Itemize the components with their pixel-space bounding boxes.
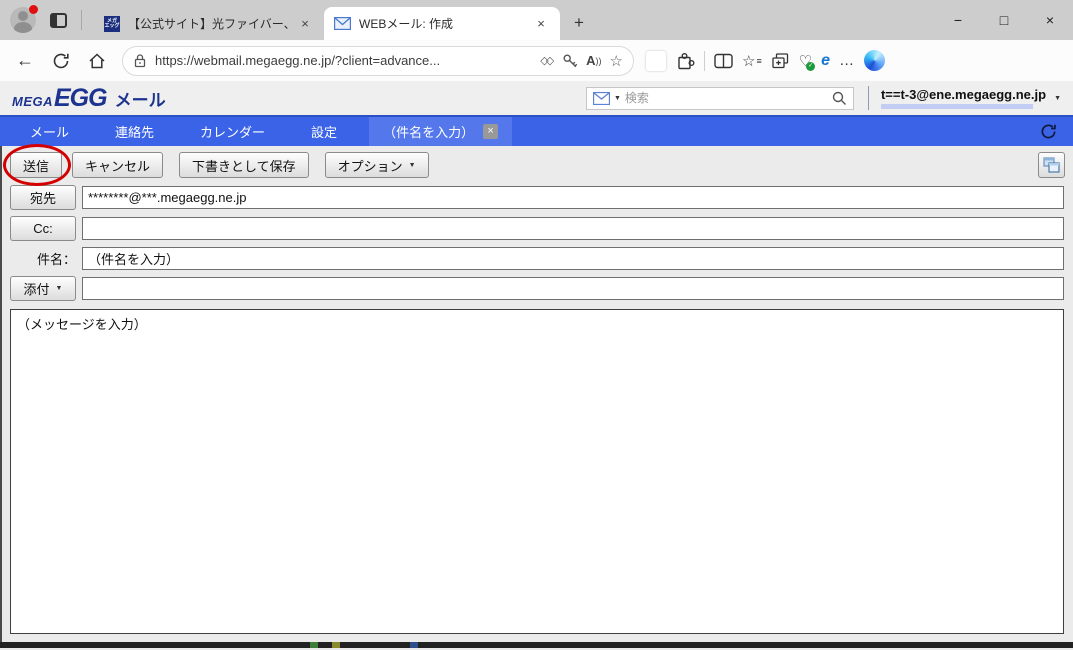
subject-input[interactable]	[82, 247, 1064, 270]
maximize-button[interactable]: □	[981, 0, 1027, 40]
account-underline	[881, 104, 1033, 109]
window-controls: − □ ×	[935, 0, 1073, 40]
more-options-icon[interactable]: …	[839, 52, 855, 69]
logo-mega-text: MEGA	[12, 94, 53, 109]
search-icon[interactable]	[832, 91, 847, 106]
attach-row: 添付 ▼	[2, 273, 1073, 304]
tab-close-icon[interactable]: ×	[296, 15, 314, 33]
nav-item-settings[interactable]: 設定	[295, 117, 353, 146]
extensions-puzzle-icon[interactable]	[675, 51, 695, 71]
password-key-icon[interactable]	[562, 53, 578, 69]
taskbar-pixel	[410, 642, 418, 648]
toolbar-right-icons: ☆≡ ♡ ✓ e …	[646, 50, 885, 71]
cc-input[interactable]	[82, 217, 1064, 240]
envelope-favicon-icon	[334, 17, 351, 30]
nav-item-contacts[interactable]: 連絡先	[99, 117, 170, 146]
browser-essentials-icon[interactable]: ♡ ✓	[799, 52, 812, 70]
account-email: t==t-3@ene.megaegg.ne.jp	[881, 87, 1046, 102]
tab-title: 【公式サイト】光ファイバー、インターネ	[128, 15, 288, 32]
home-button[interactable]	[82, 46, 112, 76]
new-tab-button[interactable]: +	[566, 10, 592, 36]
read-aloud-icon[interactable]: A))	[586, 53, 601, 68]
workspaces-icon[interactable]	[50, 13, 67, 28]
tab-title: WEBメール: 作成	[359, 15, 524, 32]
attach-dropdown-icon: ▼	[56, 285, 63, 292]
cc-row: Cc:	[2, 213, 1073, 244]
to-row: 宛先	[2, 182, 1073, 213]
logo-egg-text: EGG	[54, 84, 107, 113]
browser-toolbar: ← https://webmail.megaegg.ne.jp/?client=…	[0, 40, 1073, 81]
attachments-input[interactable]	[82, 277, 1064, 300]
mail-search-box[interactable]: ▼	[586, 87, 854, 110]
options-button[interactable]: オプション ▼	[325, 152, 429, 178]
copilot-icon[interactable]	[864, 50, 885, 71]
save-draft-button[interactable]: 下書きとして保存	[179, 152, 309, 178]
browser-tab-webmail-compose[interactable]: WEBメール: 作成 ×	[324, 7, 560, 40]
close-button[interactable]: ×	[1027, 0, 1073, 40]
logo-mail-text: メール	[115, 86, 166, 111]
profile-avatar[interactable]	[10, 7, 36, 33]
split-screen-icon[interactable]	[714, 53, 733, 69]
compose-pane: 送信 キャンセル 下書きとして保存 オプション ▼ 宛先 Cc: 件名：	[0, 146, 1073, 642]
compose-tab-label: （件名を入力）	[383, 122, 474, 141]
search-scope-envelope-icon[interactable]	[593, 92, 610, 105]
megaegg-favicon-icon: メガ エッグ	[104, 16, 120, 32]
cancel-button[interactable]: キャンセル	[72, 152, 163, 178]
minimize-button[interactable]: −	[935, 0, 981, 40]
taskbar-sliver	[0, 642, 1073, 648]
url-text[interactable]: https://webmail.megaegg.ne.jp/?client=ad…	[155, 53, 532, 68]
address-bar[interactable]: https://webmail.megaegg.ne.jp/?client=ad…	[122, 46, 634, 76]
search-scope-dropdown-icon[interactable]: ▼	[614, 95, 621, 102]
megaegg-logo: MEGA EGG メール	[12, 84, 166, 113]
to-input[interactable]	[82, 186, 1064, 209]
tab-strip: メガ エッグ 【公式サイト】光ファイバー、インターネ × WEBメール: 作成 …	[94, 0, 592, 40]
favorites-hub-icon[interactable]: ☆≡	[742, 52, 762, 70]
ie-mode-icon[interactable]: e	[821, 52, 830, 70]
refresh-button[interactable]	[46, 46, 76, 76]
account-dropdown-icon[interactable]: ▼	[1054, 95, 1061, 102]
account-menu[interactable]: t==t-3@ene.megaegg.ne.jp ▼	[881, 87, 1061, 109]
nav-item-mail[interactable]: メール	[14, 117, 85, 146]
back-button[interactable]: ←	[10, 46, 40, 76]
split-window-icon[interactable]: ◇◇	[540, 54, 554, 67]
taskbar-pixel	[310, 642, 318, 648]
attach-button[interactable]: 添付 ▼	[10, 276, 76, 301]
compose-tab[interactable]: （件名を入力） ×	[369, 117, 512, 146]
search-input[interactable]	[625, 91, 828, 105]
header-separator	[868, 86, 869, 110]
cascade-windows-icon	[1043, 157, 1060, 173]
toolbar-separator	[704, 51, 705, 71]
webmail-nav: メール 連絡先 カレンダー 設定 （件名を入力） ×	[0, 117, 1073, 146]
favorite-star-icon[interactable]: ☆	[610, 52, 623, 70]
compose-tab-close-icon[interactable]: ×	[483, 124, 498, 139]
taskbar-pixel	[332, 642, 340, 648]
message-body-input[interactable]: （メッセージを入力）	[10, 309, 1064, 634]
notification-dot	[29, 5, 38, 14]
nav-item-calendar[interactable]: カレンダー	[184, 117, 281, 146]
essentials-check-icon: ✓	[806, 62, 815, 71]
subject-row: 件名：	[2, 244, 1073, 273]
mail-refresh-icon[interactable]	[1040, 117, 1057, 146]
tab-close-icon[interactable]: ×	[532, 15, 550, 33]
titlebar-separator	[81, 10, 82, 30]
popout-window-button[interactable]	[1038, 152, 1065, 178]
compose-toolbar: 送信 キャンセル 下書きとして保存 オプション ▼	[2, 146, 1073, 182]
options-dropdown-icon: ▼	[409, 162, 416, 169]
webmail-header: MEGA EGG メール ▼ t==t-3@ene.megaegg.ne.jp …	[0, 81, 1073, 117]
cc-button[interactable]: Cc:	[10, 216, 76, 241]
browser-titlebar: メガ エッグ 【公式サイト】光ファイバー、インターネ × WEBメール: 作成 …	[0, 0, 1073, 40]
blank-extension-icon[interactable]	[646, 51, 666, 71]
subject-label: 件名：	[37, 249, 76, 268]
lock-icon[interactable]	[133, 53, 147, 68]
collections-icon[interactable]	[771, 52, 790, 70]
send-button[interactable]: 送信	[10, 152, 62, 178]
browser-tab-megaegg-site[interactable]: メガ エッグ 【公式サイト】光ファイバー、インターネ ×	[94, 7, 324, 40]
to-button[interactable]: 宛先	[10, 185, 76, 210]
